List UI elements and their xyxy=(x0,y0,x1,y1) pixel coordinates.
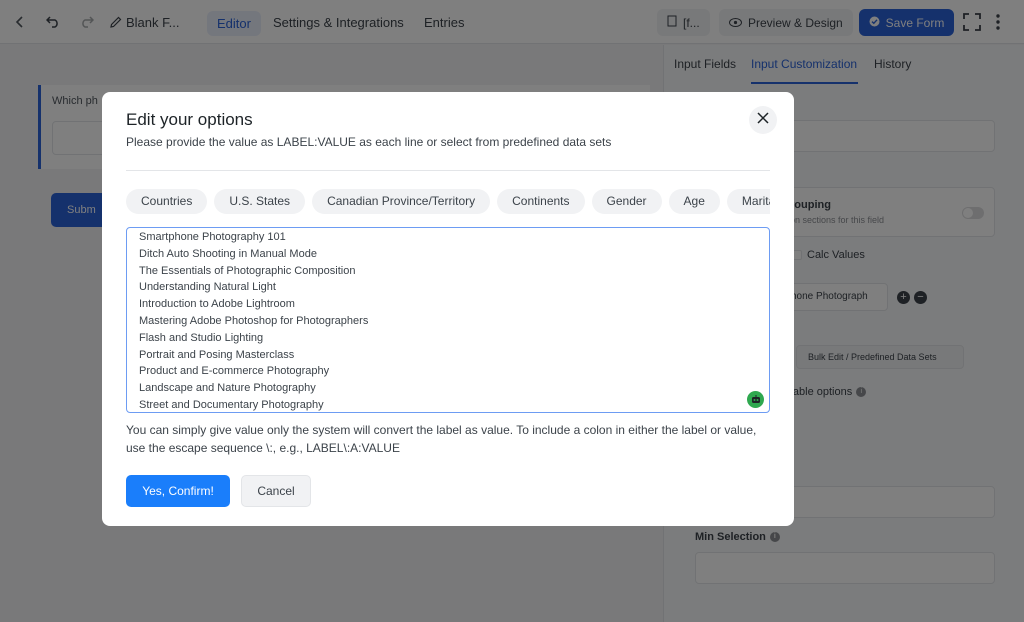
chip-age[interactable]: Age xyxy=(668,189,720,214)
close-button[interactable] xyxy=(749,106,777,134)
option-line: Mastering Adobe Photoshop for Photograph… xyxy=(139,314,369,327)
chip-countries[interactable]: Countries xyxy=(126,189,208,214)
chip-canadian-province[interactable]: Canadian Province/Territory xyxy=(312,189,491,214)
option-line: Smartphone Photography 101 xyxy=(139,231,286,243)
option-line: Ditch Auto Shooting in Manual Mode xyxy=(139,247,317,260)
modal-subtitle: Please provide the value as LABEL:VALUE … xyxy=(126,135,612,149)
modal-title: Edit your options xyxy=(126,110,253,129)
option-line: Product and E-commerce Photography xyxy=(139,365,330,378)
option-line: Landscape and Nature Photography xyxy=(139,382,316,395)
option-line: The Essentials of Photographic Compositi… xyxy=(139,264,356,277)
option-line: Portrait and Posing Masterclass xyxy=(139,348,295,361)
confirm-button[interactable]: Yes, Confirm! xyxy=(126,475,230,507)
option-line: Understanding Natural Light xyxy=(139,281,276,294)
chip-us-states[interactable]: U.S. States xyxy=(214,189,306,214)
robot-icon[interactable] xyxy=(747,391,764,408)
close-icon xyxy=(757,111,769,129)
chip-continents[interactable]: Continents xyxy=(497,189,585,214)
modal-divider xyxy=(126,170,770,171)
help-text: You can simply give value only the syste… xyxy=(126,423,757,455)
option-line: Street and Documentary Photography xyxy=(139,398,324,411)
chip-gender[interactable]: Gender xyxy=(591,189,662,214)
chip-marital[interactable]: Marita xyxy=(726,189,770,214)
cancel-button[interactable]: Cancel xyxy=(241,475,311,507)
option-line: Introduction to Adobe Lightroom xyxy=(139,298,295,311)
predefined-data-sets: Countries U.S. States Canadian Province/Te… xyxy=(126,189,770,215)
option-line: Flash and Studio Lighting xyxy=(139,331,264,344)
options-textarea[interactable]: Smartphone Photography 101 Ditch Auto Sh… xyxy=(126,227,770,413)
edit-options-modal: Edit your options Please provide the val… xyxy=(102,92,794,526)
